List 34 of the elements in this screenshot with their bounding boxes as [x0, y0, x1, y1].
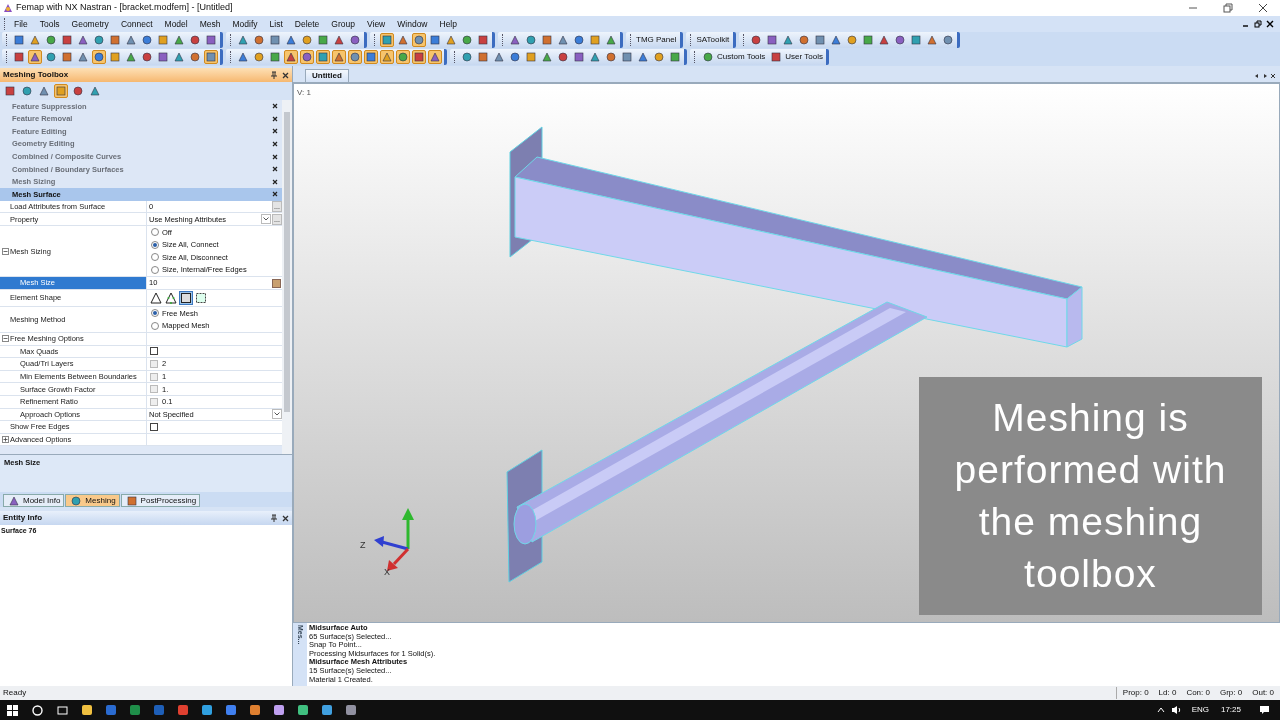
menu-item[interactable]: Connect — [114, 17, 159, 31]
axis-label: X — [384, 567, 390, 577]
language-indicator[interactable]: ENG — [1191, 704, 1209, 716]
toolbar-button[interactable]: User Tools — [768, 50, 824, 64]
panel-tab[interactable]: Model Info — [3, 494, 65, 507]
toolbar-button[interactable]: Custom Tools — [700, 50, 767, 64]
status-counter: Grp: 0 — [1219, 687, 1243, 699]
status-counter: Prop: 0 — [1122, 687, 1149, 699]
status-counter: Con: 0 — [1186, 687, 1210, 699]
menu-item[interactable]: Mesh — [193, 17, 227, 31]
menu-item[interactable]: Geometry — [65, 17, 115, 31]
window-title: Femap with NX Nastran - [bracket.modfem] - [Untitled] — [16, 1, 233, 15]
status-counter: Ld: 0 — [1158, 687, 1177, 699]
menu-item[interactable]: Modify — [226, 17, 264, 31]
menu-item[interactable]: Group — [325, 17, 361, 31]
menu-item[interactable]: Model — [158, 17, 194, 31]
panel-tab[interactable]: Meshing — [65, 494, 120, 507]
menu-item[interactable]: List — [263, 17, 289, 31]
panel-title: Meshing Toolbox — [3, 69, 70, 81]
status-counter: Out: 0 — [1252, 687, 1274, 699]
menu-item[interactable]: Window — [391, 17, 434, 31]
menu-item[interactable]: Delete — [288, 17, 326, 31]
status-text: Ready — [3, 687, 28, 699]
view-label: V: 1 — [297, 87, 311, 99]
menu-item[interactable]: Tools — [33, 17, 66, 31]
clock[interactable]: 17:25 — [1220, 704, 1241, 716]
menu-item[interactable]: Help — [433, 17, 463, 31]
menu-item[interactable]: View — [361, 17, 392, 31]
panel-tab[interactable]: PostProcessing — [120, 494, 201, 507]
menu-item[interactable]: File — [8, 17, 34, 31]
document-tab[interactable]: Untitled — [305, 69, 349, 82]
caption-text: Meshing is performed with the meshing toolbox — [953, 395, 1228, 597]
axis-label: Z — [360, 540, 366, 550]
panel-title: Entity Info — [3, 512, 44, 524]
